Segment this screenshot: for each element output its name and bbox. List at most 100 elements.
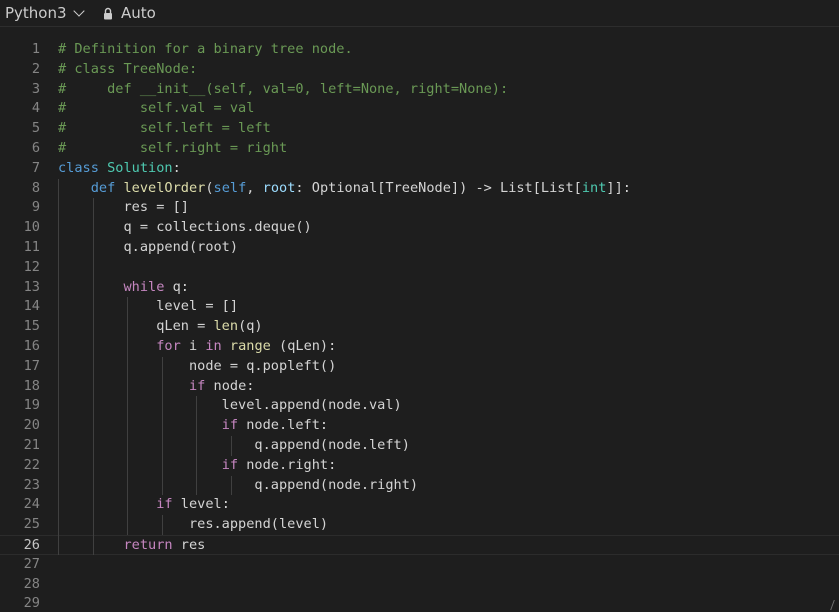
line-number: 24 (23, 496, 40, 513)
line-number: 5 (31, 120, 40, 137)
code-line[interactable]: 21 q.append(node.left) (0, 436, 839, 456)
code-text: q = collections.deque() (58, 218, 312, 238)
code-token: # self.left = left (58, 120, 271, 137)
code-token: level = [] (58, 298, 239, 315)
code-token: if (221, 417, 239, 434)
line-number: 13 (23, 278, 40, 295)
code-line[interactable]: 11 q.append(root) (0, 238, 839, 258)
code-token: len (213, 318, 239, 335)
code-token: node.right: (238, 456, 337, 473)
code-token: ( (205, 179, 214, 196)
code-token: # class TreeNode: (58, 60, 198, 77)
code-text: q.append(node.right) (58, 476, 418, 496)
code-line[interactable]: 18 if node: (0, 377, 839, 397)
code-text: # Definition for a binary tree node. (58, 40, 353, 60)
line-number: 29 (23, 595, 40, 612)
code-line[interactable]: 24 if level: (0, 495, 839, 515)
code-token: # self.val = val (58, 100, 255, 117)
code-line[interactable]: 13 while q: (0, 278, 839, 298)
code-token: # self.right = right (58, 140, 288, 156)
code-text: def levelOrder(self, root: Optional[Tree… (58, 179, 631, 199)
code-token: res = [] (58, 199, 189, 216)
code-text: qLen = len(q) (58, 317, 262, 337)
language-label: Python3 (5, 4, 67, 22)
code-token: class (58, 159, 99, 176)
code-line[interactable]: 20 if node.left: (0, 416, 839, 436)
line-number: 4 (31, 100, 40, 117)
line-number: 23 (23, 476, 40, 493)
indent-guide (58, 178, 59, 555)
code-line[interactable]: 1 # Definition for a binary tree node. (0, 40, 839, 60)
line-number: 18 (23, 377, 40, 394)
code-token: q.append(node.left) (58, 437, 410, 453)
code-line[interactable]: 6 # self.right = right (0, 139, 839, 159)
code-token: q.append(node.right) (58, 476, 419, 493)
code-line[interactable]: 29 (0, 594, 839, 612)
code-token: , (246, 179, 263, 196)
code-line[interactable]: 8 def levelOrder(self, root: Optional[Tr… (0, 179, 839, 199)
line-number: 19 (23, 397, 40, 414)
code-token: q = collections.deque() (58, 219, 312, 236)
code-token: Solution (107, 159, 173, 176)
code-text: level = [] (58, 297, 238, 317)
line-number: 16 (23, 338, 40, 354)
code-line[interactable]: 14 level = [] (0, 297, 839, 317)
code-token: res (172, 537, 206, 553)
code-token: if (188, 377, 206, 394)
line-number: 12 (23, 258, 40, 275)
code-token: node: (205, 377, 255, 394)
code-text: q.append(node.left) (58, 436, 410, 456)
code-token: int (581, 179, 607, 196)
code-line[interactable]: 10 q = collections.deque() (0, 218, 839, 238)
code-line[interactable]: 5 # self.left = left (0, 119, 839, 139)
code-line[interactable]: 2 # class TreeNode: (0, 60, 839, 80)
code-token: for (156, 338, 181, 354)
code-token: if (156, 496, 173, 513)
code-line[interactable]: 27 (0, 555, 839, 575)
code-line[interactable]: 28 (0, 575, 839, 595)
mode-label: Auto (121, 4, 156, 22)
editor-toolbar: Python3 Auto (0, 0, 839, 27)
code-text: node = q.popleft() (58, 357, 336, 377)
code-line[interactable]: 7 class Solution: (0, 159, 839, 179)
code-token: i (180, 338, 206, 354)
code-line[interactable]: 15 qLen = len(q) (0, 317, 839, 337)
code-token: def (90, 179, 116, 196)
code-text: res.append(level) (58, 515, 328, 535)
code-text: # self.val = val (58, 99, 254, 119)
code-line[interactable]: 4 # self.val = val (0, 99, 839, 119)
code-line[interactable]: 12 (0, 258, 839, 278)
code-token: # Definition for a binary tree node. (58, 41, 353, 57)
code-token: levelOrder (123, 179, 206, 196)
code-token: while (123, 278, 165, 295)
line-number: 8 (31, 179, 40, 196)
code-token: : Optional[TreeNode]) -> List[List[ (295, 179, 582, 196)
code-line[interactable]: 26 return res (0, 535, 839, 555)
code-token: # def __init__(self, val=0, left=None, r… (58, 80, 509, 97)
code-line[interactable]: 17 node = q.popleft() (0, 357, 839, 377)
code-line[interactable]: 9 res = [] (0, 198, 839, 218)
language-selector[interactable]: Python3 (5, 4, 85, 22)
code-line[interactable]: 3 # def __init__(self, val=0, left=None, … (0, 80, 839, 100)
line-number: 17 (23, 357, 40, 374)
code-editor[interactable]: 1 # Definition for a binary tree node. 2 # … (0, 40, 839, 612)
indent-guide (230, 475, 232, 496)
autocomplete-mode[interactable]: Auto (103, 4, 156, 22)
line-number: 1 (31, 41, 40, 57)
code-token: self (213, 179, 247, 196)
code-text: if node.left: (58, 416, 328, 436)
code-line[interactable]: 25 res.append(level) (0, 515, 839, 535)
code-text: # class TreeNode: (58, 60, 197, 80)
code-text: q.append(root) (58, 238, 238, 258)
code-line[interactable]: 19 level.append(node.val) (0, 396, 839, 416)
code-text: # def __init__(self, val=0, left=None, r… (58, 80, 508, 100)
code-line[interactable]: 16 for i in range (qLen): (0, 337, 839, 357)
code-line[interactable]: 23 q.append(node.right) (0, 476, 839, 496)
code-line[interactable]: 22 if node.right: (0, 456, 839, 476)
